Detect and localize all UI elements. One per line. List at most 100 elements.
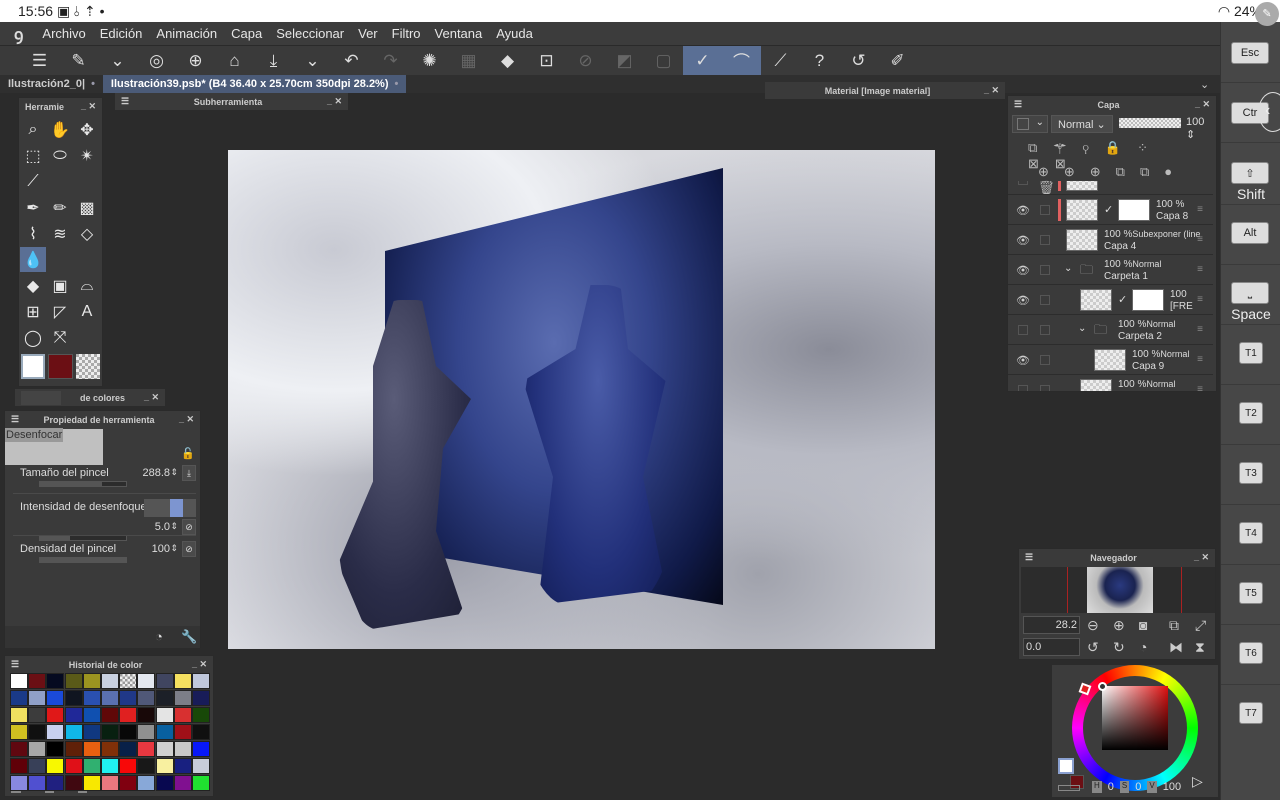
opacity-slider[interactable] [1119, 118, 1181, 128]
close-dot-icon[interactable]: • [395, 78, 399, 90]
menu-icon[interactable]: ☰ [11, 414, 19, 425]
color-swatch[interactable] [64, 724, 83, 740]
menu-icon[interactable]: ☰ [11, 659, 19, 670]
operation-icon[interactable]: ⬚ [20, 143, 46, 168]
color-swatch[interactable] [173, 724, 192, 740]
menu-item[interactable]: Filtro [385, 26, 428, 41]
color-swatch[interactable] [137, 690, 156, 706]
color-swatch[interactable] [192, 758, 210, 774]
stepper-icon[interactable]: ⇕ [170, 467, 178, 478]
color-swatch[interactable] [82, 724, 101, 740]
close-icon[interactable]: _ ✕ [144, 392, 159, 403]
frame-border-icon[interactable]: ⊞ [20, 299, 46, 324]
layer-menu-icon[interactable]: ≡ [1197, 294, 1203, 305]
color-swatch[interactable] [101, 724, 119, 740]
color-swatch[interactable] [137, 758, 156, 774]
rotate-back-icon[interactable]: ↺ [839, 46, 878, 76]
menu-item[interactable]: Archivo [35, 26, 92, 41]
color-swatch[interactable] [82, 673, 101, 689]
ruler-icon[interactable]: ◸ [47, 299, 73, 324]
color-swatch[interactable] [137, 741, 156, 757]
fill-bucket-icon[interactable]: ◆ [20, 273, 46, 298]
layer-menu-icon[interactable]: ≡ [1197, 181, 1203, 185]
layer-menu-icon[interactable]: ≡ [1197, 324, 1203, 335]
close-icon[interactable]: _ ✕ [1195, 99, 1210, 110]
color-swatch[interactable] [173, 690, 192, 706]
pen-icon[interactable]: ✒ [20, 195, 46, 220]
blend-icon[interactable]: 💧 [20, 247, 46, 272]
color-swatch[interactable] [119, 673, 138, 689]
color-swatch[interactable] [64, 673, 83, 689]
color-swatch[interactable] [10, 724, 28, 740]
saturation-value-square[interactable] [1102, 686, 1168, 750]
color-swatch[interactable] [192, 690, 210, 706]
close-icon[interactable]: _ ✕ [327, 96, 342, 107]
color-swatch[interactable] [82, 707, 101, 723]
pen-icon[interactable]: ✐ [878, 46, 917, 76]
eye-icon[interactable]: 👁 [1016, 294, 1030, 307]
color-swatch[interactable] [119, 690, 138, 706]
menu-item[interactable]: Ayuda [489, 26, 540, 41]
frame-icon[interactable]: ▢ [644, 46, 683, 76]
reset-value-icon[interactable]: ⊘ [182, 541, 196, 557]
zoom-slider[interactable]: 28.2 [1023, 616, 1080, 634]
save-icon[interactable]: ⤓ [254, 46, 293, 76]
rotate-left-icon[interactable]: ↺ [1087, 639, 1099, 656]
color-swatch[interactable] [101, 758, 119, 774]
layer-row[interactable]: Capa 10≡ [1008, 181, 1213, 195]
chevron-down-icon[interactable]: ⌄ [1078, 323, 1086, 334]
color-swatch[interactable] [155, 690, 174, 706]
edit-pen-icon[interactable]: ✎ [1255, 2, 1279, 26]
color-swatch[interactable] [192, 724, 210, 740]
menu-icon[interactable]: ☰ [1014, 99, 1022, 110]
menu-item[interactable]: Animación [149, 26, 224, 41]
wrench-icon[interactable]: 🔧 [181, 629, 197, 645]
menu-item[interactable]: Capa [224, 26, 269, 41]
color-swatch[interactable] [192, 707, 210, 723]
layer-row[interactable]: 👁 ✓ 100 [FRE ≡ [1008, 285, 1213, 315]
main-color-swatch[interactable] [1058, 758, 1074, 774]
decoration-icon[interactable]: ≋ [47, 221, 73, 246]
main-color-swatch[interactable] [21, 354, 46, 379]
download-icon[interactable]: ⤓ [182, 465, 196, 481]
tab-document[interactable]: Ilustración2_0| • [0, 75, 103, 93]
airbrush-icon[interactable]: ⌇ [20, 221, 46, 246]
rotate-right-icon[interactable]: ↻ [1113, 639, 1125, 656]
t7-key[interactable]: T7 [1239, 702, 1263, 724]
magic-wand-icon[interactable]: ✴ [74, 143, 100, 168]
transform-icon[interactable]: ⊡ [527, 46, 566, 76]
layer-menu-icon[interactable]: ≡ [1197, 354, 1203, 365]
t2-key[interactable]: T2 [1239, 402, 1263, 424]
undo-icon[interactable]: ↶ [332, 46, 371, 76]
gradient-icon[interactable]: ▣ [47, 273, 73, 298]
color-swatch[interactable] [46, 775, 65, 791]
color-swatch[interactable] [46, 707, 65, 723]
t4-key[interactable]: T4 [1239, 522, 1263, 544]
zoom-out-icon[interactable]: ⊖ [1087, 617, 1099, 634]
opacity-value[interactable]: 100 ⇕ [1186, 116, 1216, 141]
color-swatch[interactable] [64, 775, 83, 791]
space-key[interactable]: ⎵ [1231, 282, 1269, 304]
t1-key[interactable]: T1 [1239, 342, 1263, 364]
color-swatch[interactable] [119, 707, 138, 723]
color-swatch[interactable] [192, 673, 210, 689]
color-swatch[interactable] [10, 741, 28, 757]
layer-row[interactable]: 👁 ✓ 100 % Capa 8 ≡ [1008, 195, 1213, 225]
color-swatch[interactable] [64, 758, 83, 774]
color-swatch[interactable] [28, 707, 47, 723]
chevron-down-icon[interactable]: ⌄ [1064, 263, 1072, 274]
color-swatch[interactable] [46, 724, 65, 740]
text-icon[interactable]: A [74, 299, 100, 324]
color-swatch[interactable] [10, 707, 28, 723]
pen-stroke-icon[interactable]: ✓ [683, 45, 722, 76]
layer-color-dropdown[interactable]: ⌄ [1012, 115, 1048, 133]
t6-key[interactable]: T6 [1239, 642, 1263, 664]
color-swatch[interactable] [10, 775, 28, 791]
property-slider[interactable] [39, 481, 127, 487]
visibility-toggle[interactable] [1018, 325, 1028, 335]
navigator-preview[interactable] [1021, 567, 1215, 613]
close-icon[interactable]: _ ✕ [192, 659, 207, 670]
move-icon[interactable]: ✥ [74, 117, 100, 142]
color-swatch[interactable] [137, 673, 156, 689]
property-value[interactable]: 5.0 [155, 521, 170, 533]
